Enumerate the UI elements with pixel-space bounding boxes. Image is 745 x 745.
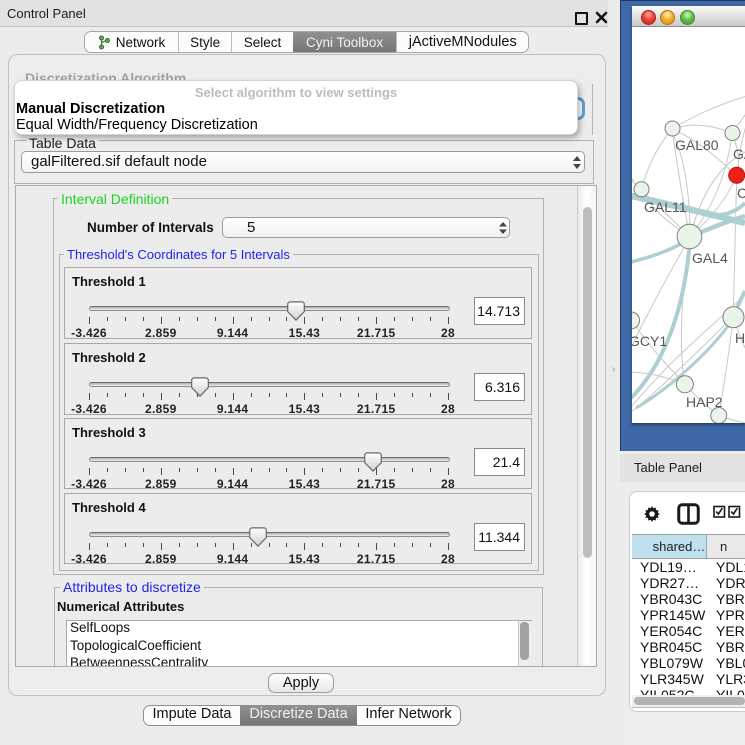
svg-text:HAP2: HAP2 — [686, 394, 723, 410]
svg-text:GCY1: GCY1 — [632, 333, 667, 349]
svg-text:GAL11: GAL11 — [644, 199, 687, 215]
svg-text:H: H — [735, 330, 745, 346]
svg-text:C: C — [737, 185, 745, 201]
svg-text:GA: GA — [733, 146, 745, 162]
svg-text:GAL80: GAL80 — [675, 137, 719, 153]
svg-text:GAL4: GAL4 — [692, 250, 728, 266]
